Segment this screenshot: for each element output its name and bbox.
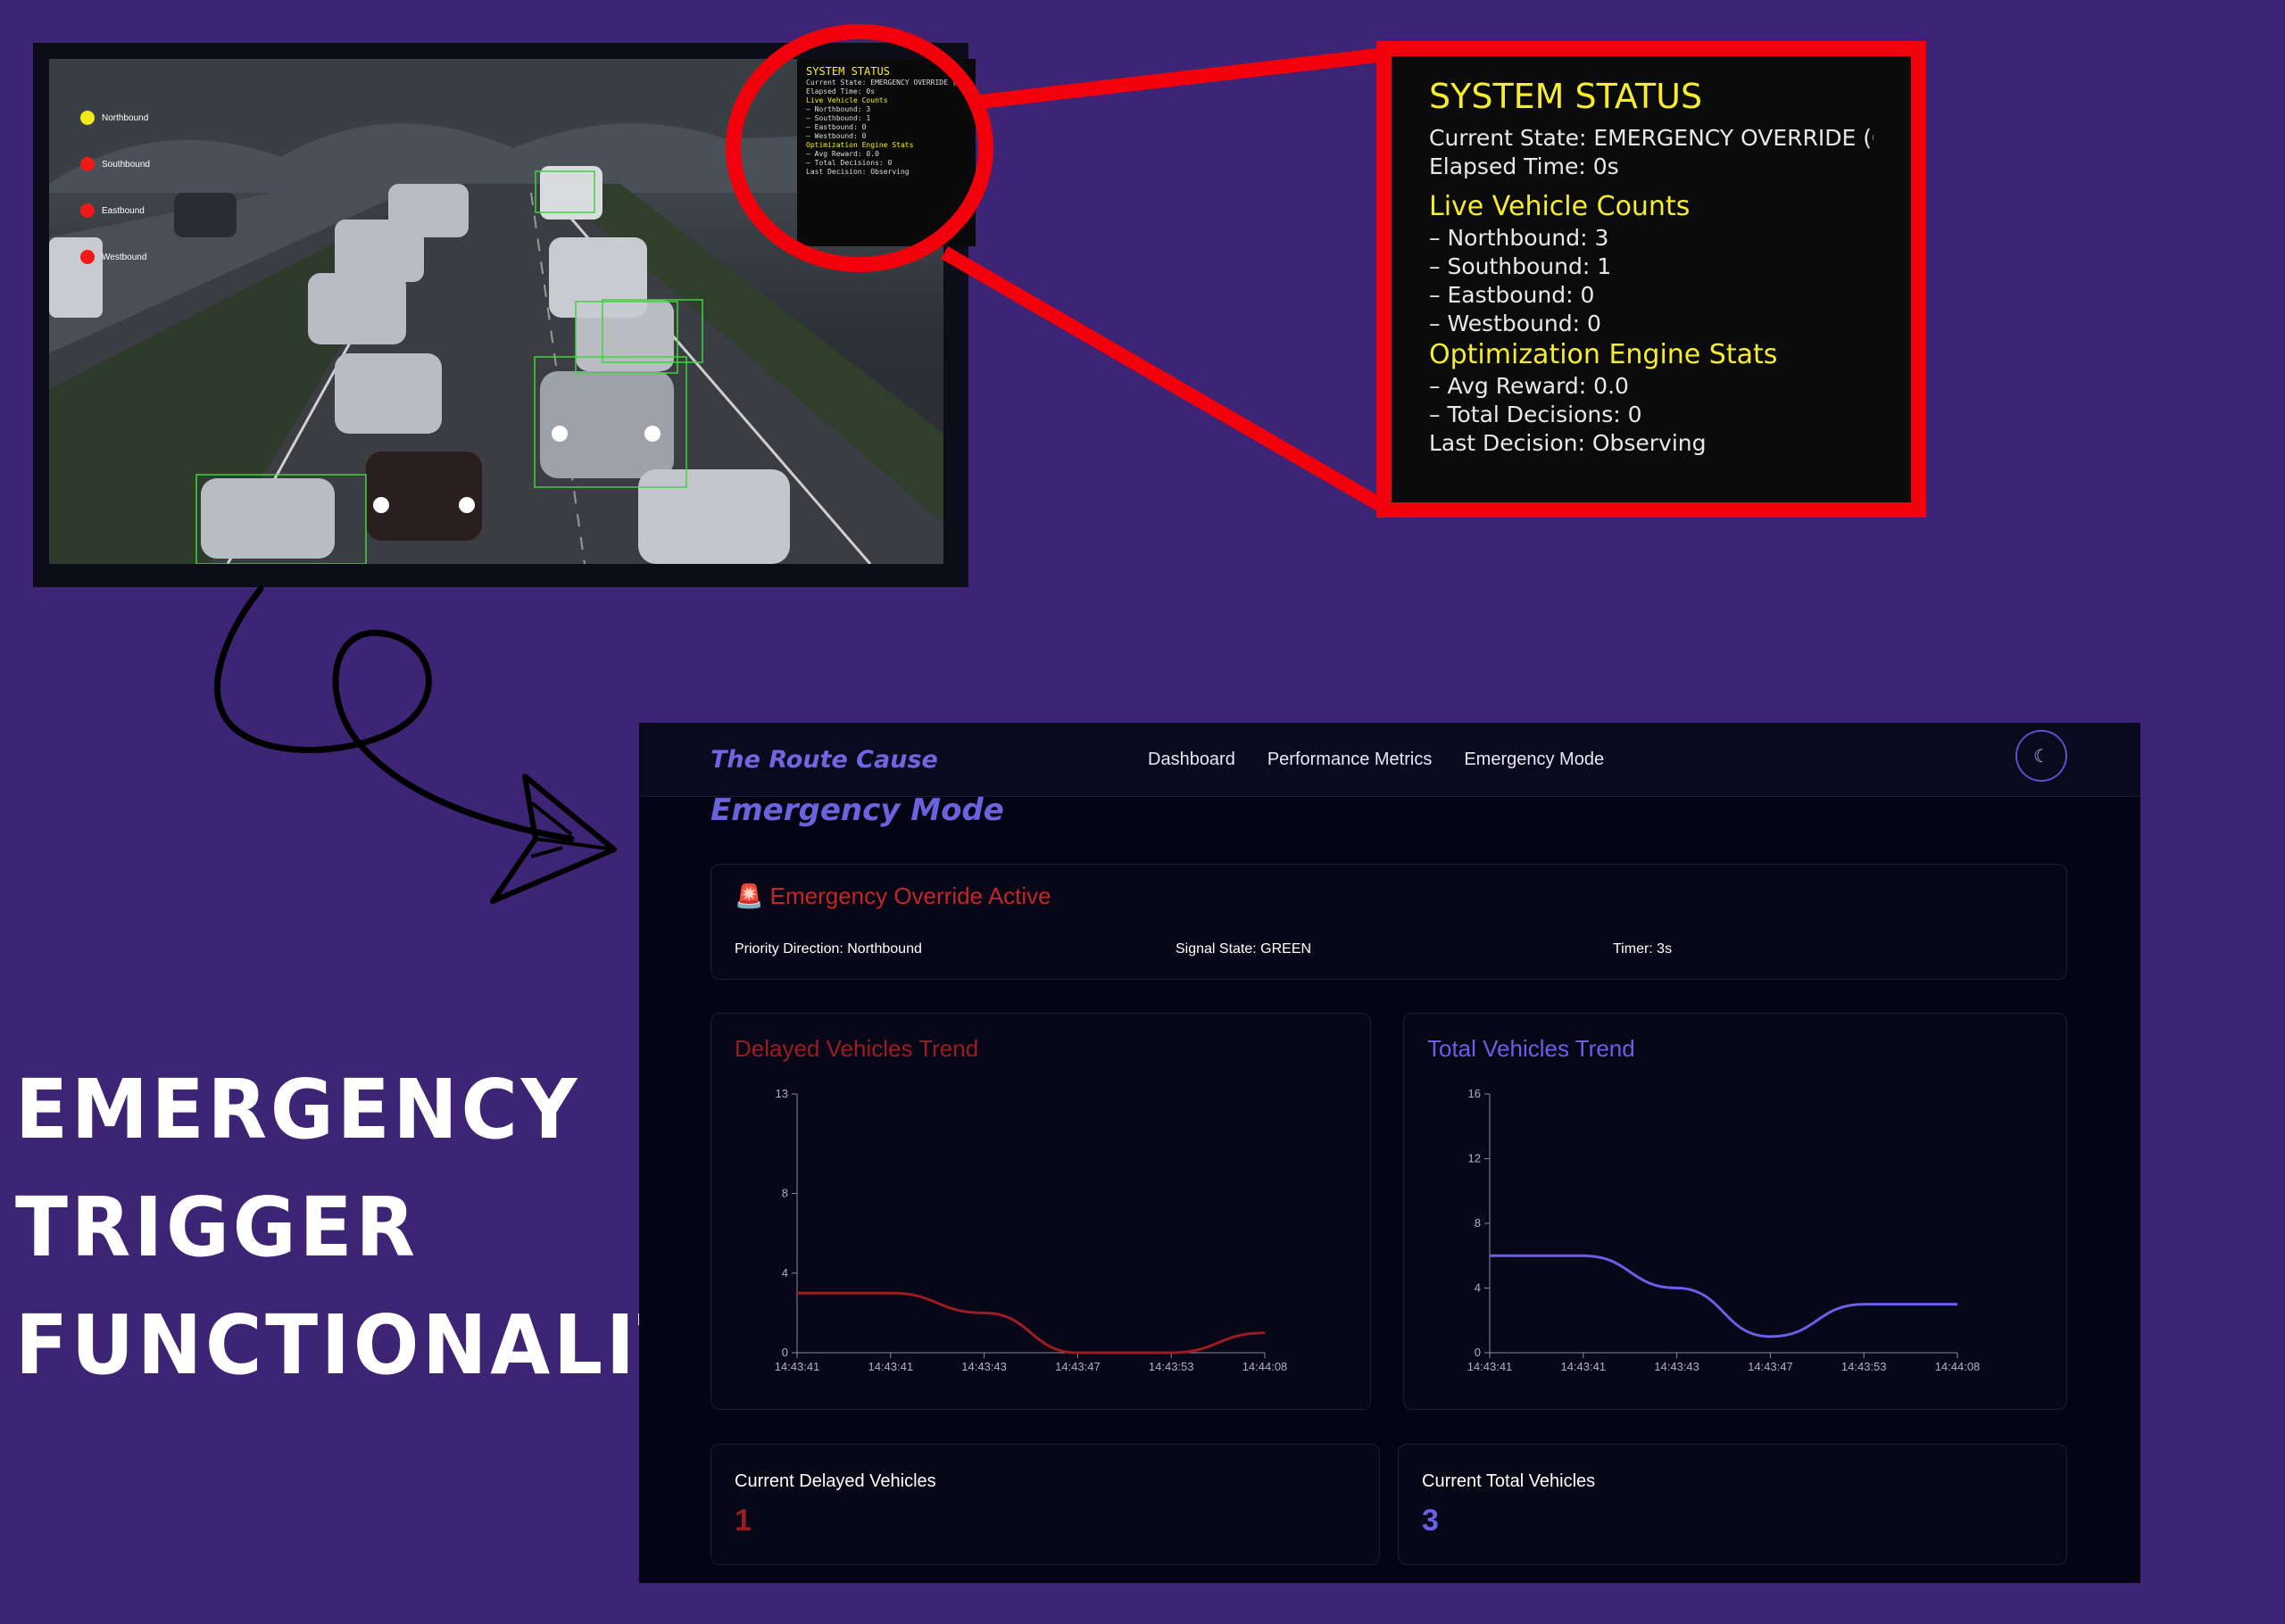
page-title: Emergency Mode xyxy=(710,792,1004,828)
total-stat-label: Current Total Vehicles xyxy=(1422,1471,1596,1491)
y-tick-label: 0 xyxy=(1475,1346,1481,1359)
y-tick-label: 4 xyxy=(1475,1281,1481,1295)
emergency-alert-card: 🚨 Emergency Override Active Priority Dir… xyxy=(710,864,2067,980)
series-line xyxy=(797,1291,1266,1355)
delayed-trend-card: Delayed Vehicles Trend 0 4 8 13 14:43:41 14:4… xyxy=(710,1013,1371,1410)
theme-toggle-button[interactable]: ☾ xyxy=(2015,730,2067,782)
delayed-stat-label: Current Delayed Vehicles xyxy=(735,1471,936,1491)
x-tick-label: 14:43:53 xyxy=(1841,1360,1887,1373)
x-tick-label: 14:43:41 xyxy=(868,1360,913,1373)
nav-emergency-mode[interactable]: Emergency Mode xyxy=(1464,750,1604,770)
y-tick-label: 13 xyxy=(776,1087,788,1100)
x-tick-label: 14:43:43 xyxy=(961,1360,1007,1373)
y-tick-label: 0 xyxy=(782,1346,788,1359)
x-tick-label: 14:44:08 xyxy=(1242,1360,1288,1373)
x-tick-label: 14:43:41 xyxy=(775,1360,820,1373)
top-navbar: The Route Cause Dashboard Performance Me… xyxy=(639,723,2140,797)
total-trend-chart: 0 4 8 12 16 14:43:41 14:43:41 14:43:43 14:43:47 1… xyxy=(1467,1087,1981,1373)
y-tick-label: 4 xyxy=(782,1266,788,1280)
x-tick-label: 14:43:41 xyxy=(1467,1360,1513,1373)
nav-dashboard[interactable]: Dashboard xyxy=(1148,750,1235,770)
priority-direction: Priority Direction: Northbound xyxy=(735,941,922,957)
x-tick-label: 14:44:08 xyxy=(1935,1360,1981,1373)
x-tick-label: 14:43:47 xyxy=(1055,1360,1101,1373)
nav-performance-metrics[interactable]: Performance Metrics xyxy=(1267,750,1433,770)
total-trend-card: Total Vehicles Trend 0 4 8 12 16 14:43:41 14:4… xyxy=(1403,1013,2067,1410)
delayed-stat-card: Current Delayed Vehicles 1 xyxy=(710,1444,1380,1565)
y-tick-label: 12 xyxy=(1468,1152,1481,1165)
series-line xyxy=(1490,1254,1957,1338)
total-stat-card: Current Total Vehicles 3 xyxy=(1398,1444,2067,1565)
signal-state: Signal State: GREEN xyxy=(1176,941,1312,957)
delayed-stat-value: 1 xyxy=(735,1504,752,1537)
total-stat-value: 3 xyxy=(1422,1504,1439,1537)
delayed-trend-chart: 0 4 8 13 14:43:41 14:43:41 14:43:43 14:43:47 14:… xyxy=(775,1087,1288,1373)
dashboard-screenshot: The Route Cause Dashboard Performance Me… xyxy=(639,723,2140,1583)
moon-icon: ☾ xyxy=(2033,746,2049,766)
brand-logo[interactable]: The Route Cause xyxy=(710,746,938,774)
nav-links: Dashboard Performance Metrics Emergency … xyxy=(1148,750,1604,770)
x-tick-label: 14:43:47 xyxy=(1748,1360,1793,1373)
emergency-timer: Timer: 3s xyxy=(1613,941,1673,957)
alert-title: 🚨 Emergency Override Active xyxy=(735,882,1051,910)
y-tick-label: 8 xyxy=(782,1187,788,1200)
x-tick-label: 14:43:41 xyxy=(1560,1360,1606,1373)
x-tick-label: 14:43:53 xyxy=(1149,1360,1194,1373)
y-tick-label: 16 xyxy=(1468,1087,1481,1100)
y-tick-label: 8 xyxy=(1475,1216,1481,1230)
siren-icon: 🚨 xyxy=(735,882,764,909)
alert-title-text: Emergency Override Active xyxy=(769,882,1051,909)
x-tick-label: 14:43:43 xyxy=(1654,1360,1699,1373)
